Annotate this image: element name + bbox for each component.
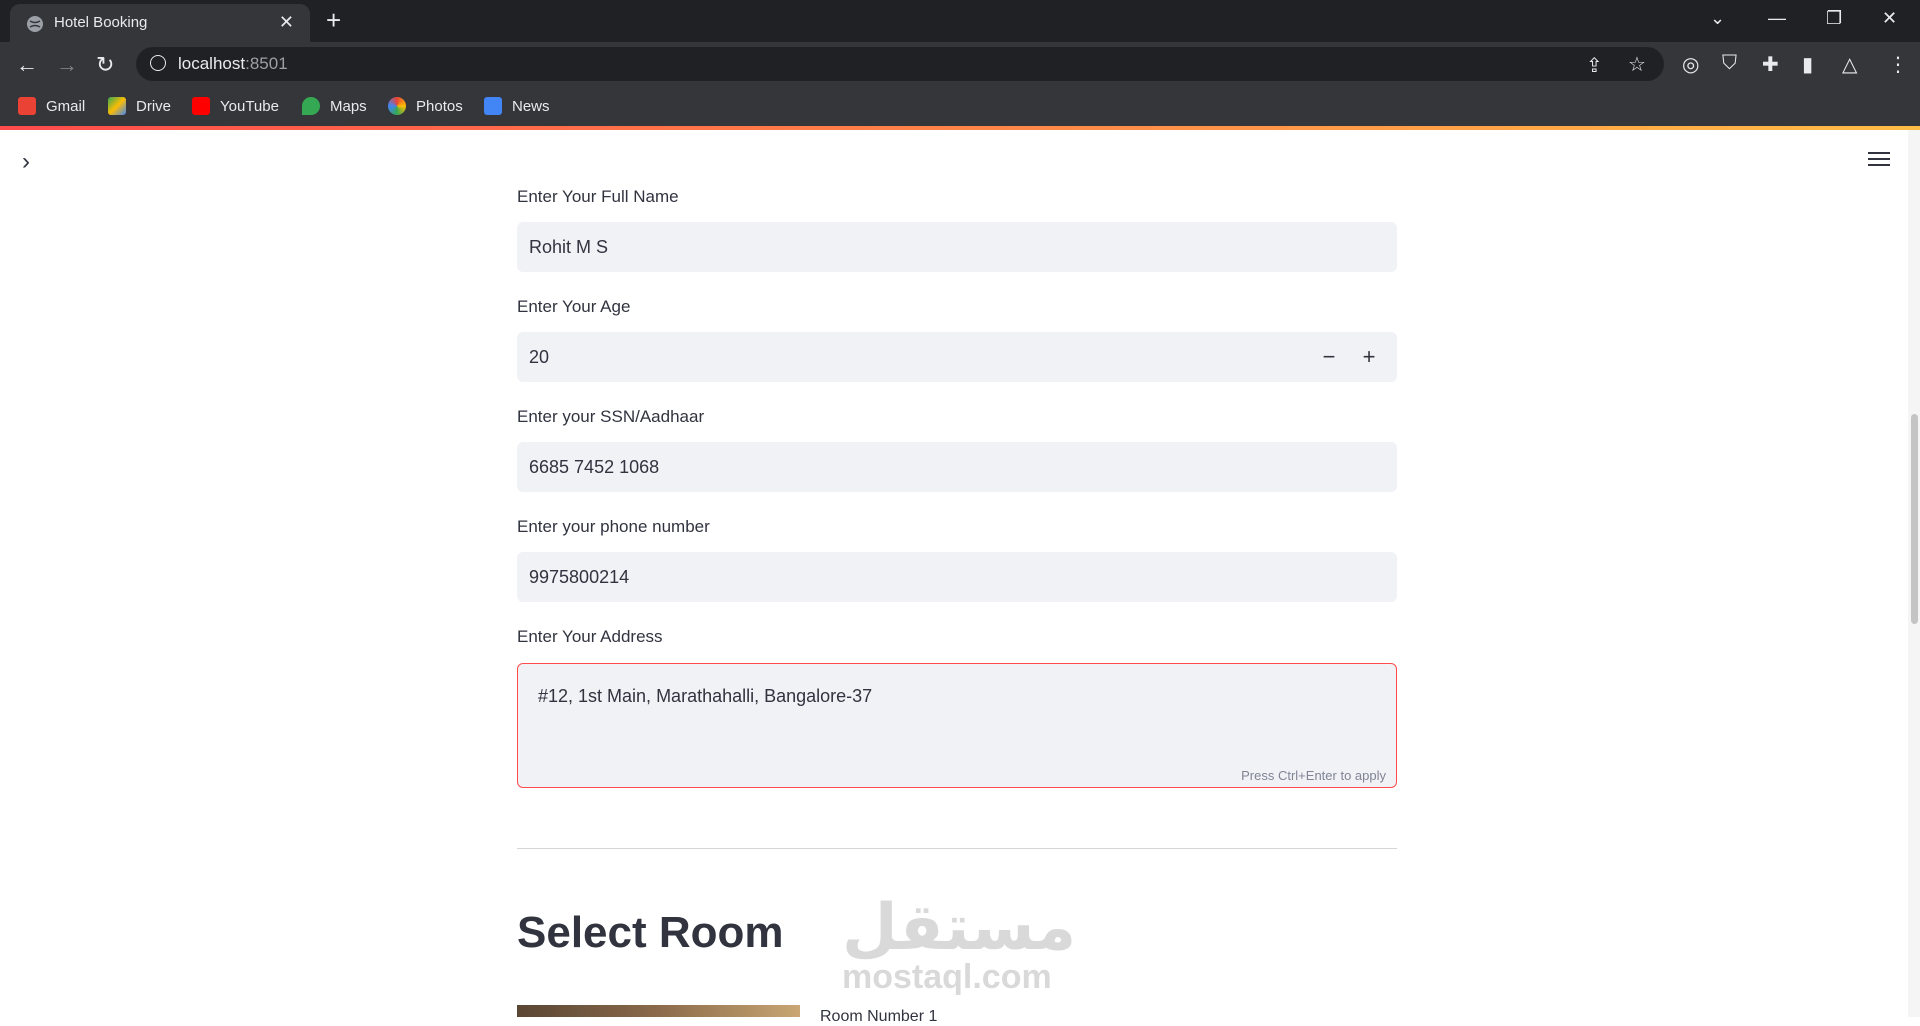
room-image bbox=[517, 1005, 800, 1017]
browser-toolbar: ← → ↻ localhost:8501 ⇪ ☆ ◎ ⛉ ✚ ▮ △ ⋮ bbox=[0, 42, 1920, 88]
bookmark-gmail[interactable]: Gmail bbox=[18, 97, 85, 115]
ssn-label: Enter your SSN/Aadhaar bbox=[517, 407, 705, 426]
ssn-input[interactable]: 6685 7452 1068 bbox=[517, 442, 1397, 492]
bookmarks-bar: Gmail Drive YouTube Maps Photos News bbox=[0, 88, 1920, 126]
address-label: Enter Your Address bbox=[517, 627, 663, 646]
divider bbox=[517, 848, 1397, 849]
maps-icon bbox=[302, 97, 320, 115]
tab-search-icon[interactable]: ⌄ bbox=[1710, 8, 1725, 29]
hamburger-menu-icon[interactable] bbox=[1868, 148, 1890, 170]
youtube-icon bbox=[192, 97, 210, 115]
bookmark-maps[interactable]: Maps bbox=[302, 97, 367, 115]
site-info-icon[interactable] bbox=[150, 55, 166, 71]
drive-icon bbox=[108, 97, 126, 115]
shield-icon[interactable]: ⛉ bbox=[1722, 52, 1737, 75]
full-name-label: Enter Your Full Name bbox=[517, 187, 679, 206]
bookmark-youtube[interactable]: YouTube bbox=[192, 97, 279, 115]
extension-icon[interactable]: ◎ bbox=[1682, 52, 1699, 77]
share-icon[interactable]: ⇪ bbox=[1586, 53, 1603, 78]
bookmark-photos[interactable]: Photos bbox=[388, 97, 463, 115]
globe-icon bbox=[27, 16, 43, 32]
phone-label: Enter your phone number bbox=[517, 517, 710, 536]
news-icon bbox=[484, 97, 502, 115]
room-number-label: Room Number 1 bbox=[820, 1008, 938, 1025]
full-name-input[interactable]: Rohit M S bbox=[517, 222, 1397, 272]
bookmark-news[interactable]: News bbox=[484, 97, 550, 115]
age-input[interactable]: 20 − + bbox=[517, 332, 1397, 382]
bookmark-drive[interactable]: Drive bbox=[108, 97, 171, 115]
apply-hint: Press Ctrl+Enter to apply bbox=[1241, 768, 1386, 783]
url-text: localhost:8501 bbox=[178, 54, 288, 73]
scrollbar-thumb[interactable] bbox=[1911, 414, 1918, 624]
tab-title: Hotel Booking bbox=[54, 14, 148, 31]
close-window-icon[interactable]: ✕ bbox=[1882, 8, 1897, 29]
watermark-text: mostaql.com bbox=[842, 958, 1052, 996]
address-bar[interactable]: localhost:8501 ⇪ ☆ bbox=[136, 47, 1664, 81]
page-scrollbar[interactable] bbox=[1908, 130, 1920, 1017]
increment-button[interactable]: + bbox=[1349, 332, 1389, 382]
photos-icon bbox=[388, 97, 406, 115]
profile-icon[interactable]: △ bbox=[1842, 52, 1857, 77]
gmail-icon bbox=[18, 97, 36, 115]
watermark-logo: مستقل bbox=[842, 891, 1077, 963]
minimize-icon[interactable]: — bbox=[1768, 8, 1786, 29]
restore-icon[interactable]: ❐ bbox=[1826, 8, 1842, 29]
age-label: Enter Your Age bbox=[517, 297, 631, 316]
chevron-right-icon[interactable]: › bbox=[22, 148, 30, 176]
section-title: Select Room bbox=[517, 908, 784, 957]
phone-input[interactable]: 9975800214 bbox=[517, 552, 1397, 602]
more-menu-icon[interactable]: ⋮ bbox=[1888, 52, 1908, 77]
side-panel-icon[interactable]: ▮ bbox=[1802, 52, 1813, 77]
address-textarea[interactable]: #12, 1st Main, Marathahalli, Bangalore-3… bbox=[517, 663, 1397, 788]
close-tab-icon[interactable]: ✕ bbox=[279, 12, 294, 33]
decrement-button[interactable]: − bbox=[1309, 332, 1349, 382]
browser-tab[interactable]: Hotel Booking ✕ bbox=[10, 4, 310, 42]
new-tab-icon[interactable]: + bbox=[326, 6, 341, 34]
forward-icon[interactable]: → bbox=[56, 52, 78, 78]
back-icon[interactable]: ← bbox=[16, 52, 38, 78]
header-decoration bbox=[0, 126, 1920, 130]
puzzle-icon[interactable]: ✚ bbox=[1762, 52, 1779, 77]
reload-icon[interactable]: ↻ bbox=[96, 52, 114, 78]
browser-tab-bar: Hotel Booking ✕ + ⌄ — ❐ ✕ bbox=[0, 0, 1920, 42]
bookmark-star-icon[interactable]: ☆ bbox=[1628, 52, 1646, 77]
